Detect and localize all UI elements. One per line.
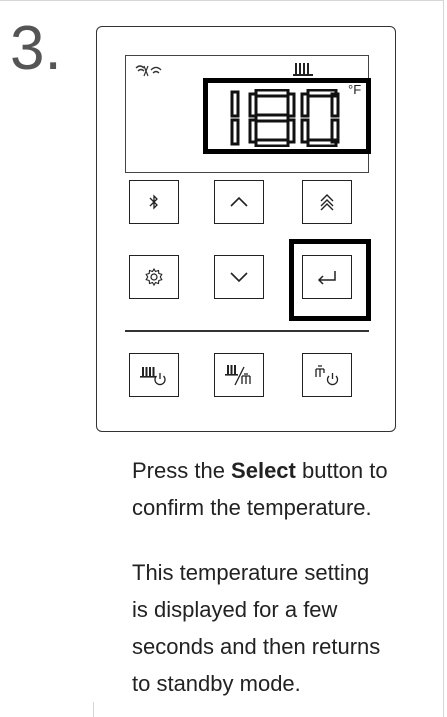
water-power-button[interactable] [302,353,352,397]
instruction-line: is displayed for a few [132,597,338,622]
temperature-highlight: 180 [203,78,371,154]
settings-button[interactable] [129,255,179,299]
instruction-line: confirm the temperature. [132,495,372,520]
chevron-up-icon [230,196,248,207]
instruction-text: button to [295,458,388,483]
double-chevron-up-icon [320,194,334,211]
instruction-line: This temperature setting [132,560,370,585]
lcd-display: 180 [125,55,371,173]
frame-border-top [0,0,444,1]
select-button-highlight [289,239,371,321]
instruction-text: Press the [132,458,232,483]
chevron-down-icon [230,272,248,283]
fast-up-button[interactable] [302,180,352,224]
control-panel: 180 [96,26,396,432]
heating-power-button[interactable] [129,353,179,397]
instruction-line: Press the Select button to [132,452,432,489]
frame-border-left [93,702,94,717]
frame-border-right [443,0,444,717]
bluetooth-button[interactable] [129,180,179,224]
instruction-paragraph-2: This temperature setting is displayed fo… [132,554,432,702]
down-button[interactable] [214,255,264,299]
up-button[interactable] [214,180,264,224]
gear-icon [145,267,163,287]
wifi-icon [135,65,162,77]
button-divider [125,330,369,332]
bluetooth-icon [149,194,158,210]
instruction-line: seconds and then returns [132,634,381,659]
heating-icon [293,63,313,76]
radiator-tap-icon [225,365,251,386]
select-label: Select [231,458,296,483]
tap-power-icon [315,365,339,386]
heating-water-button[interactable] [214,353,264,397]
instruction-line: to standby mode. [132,671,301,696]
temperature-unit: °F [348,82,362,97]
instruction-paragraph-1: Press the Select button to confirm the t… [132,452,432,526]
step-number: 3. [10,14,62,83]
temperature-digits [230,89,340,147]
radiator-power-icon [140,367,166,386]
